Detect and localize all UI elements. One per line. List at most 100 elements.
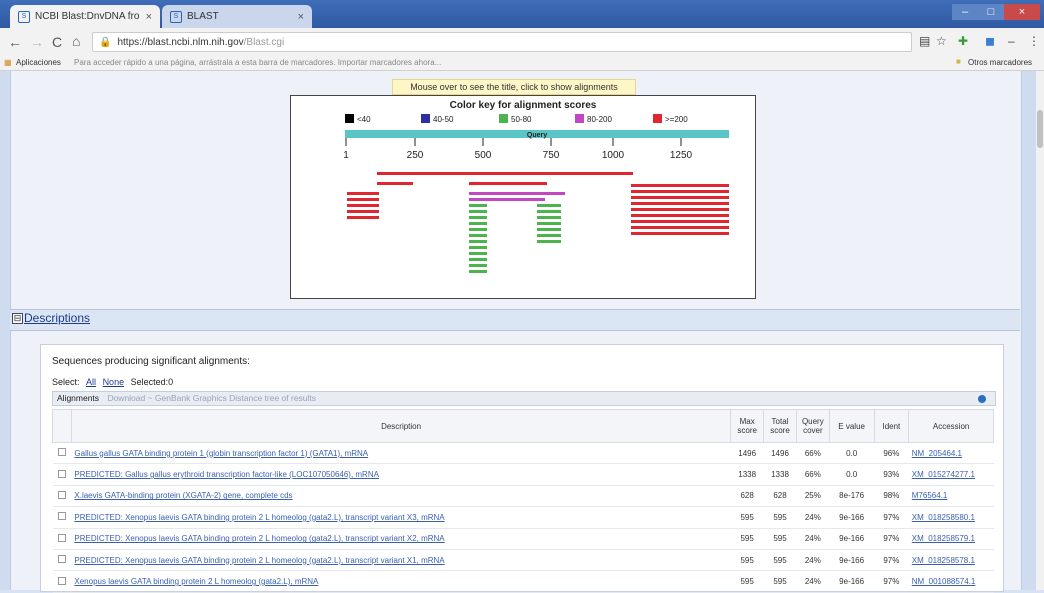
alignment-hit-bar[interactable] <box>469 216 487 219</box>
alignment-hit-bar[interactable] <box>631 208 729 211</box>
checkbox-icon[interactable] <box>57 533 66 542</box>
select-none-link[interactable]: None <box>103 377 125 387</box>
alignment-hit-bar[interactable] <box>469 204 487 207</box>
description-link[interactable]: PREDICTED: Xenopus laevis GATA binding p… <box>74 513 444 522</box>
translate-icon[interactable]: ▤ <box>919 34 930 48</box>
alignment-hit-bar[interactable] <box>347 216 379 219</box>
other-bookmarks[interactable]: Otros marcadores <box>968 58 1032 67</box>
bookmark-star-icon[interactable]: ☆ <box>936 34 947 48</box>
column-header-e-value[interactable]: E value <box>828 409 875 443</box>
select-all-link[interactable]: All <box>86 377 96 387</box>
description-link[interactable]: PREDICTED: Xenopus laevis GATA binding p… <box>74 534 444 543</box>
accession-link[interactable]: XM_018258579.1 <box>912 534 975 543</box>
description-link[interactable]: PREDICTED: Gallus gallus erythroid trans… <box>74 470 379 479</box>
apps-link[interactable]: Aplicaciones <box>16 58 61 67</box>
checkbox-icon[interactable] <box>57 448 66 457</box>
alignment-hit-bar[interactable] <box>469 222 487 225</box>
alignment-hit-bar[interactable] <box>469 192 565 195</box>
alignment-hit-bar[interactable] <box>537 204 561 207</box>
checkbox-icon[interactable] <box>57 469 66 478</box>
extension-icon[interactable]: ✚ <box>958 34 968 48</box>
alignment-hit-bar[interactable] <box>469 264 487 267</box>
checkbox-icon[interactable] <box>57 512 66 521</box>
description-link[interactable]: PREDICTED: Xenopus laevis GATA binding p… <box>74 556 444 565</box>
alignment-hit-bar[interactable] <box>469 234 487 237</box>
alignment-hit-bar[interactable] <box>631 196 729 199</box>
checkbox-icon[interactable] <box>57 576 66 585</box>
close-tab-icon[interactable]: × <box>146 11 152 23</box>
alignment-hit-bar[interactable] <box>347 192 379 195</box>
accession-link[interactable]: XM_018258578.1 <box>912 556 975 565</box>
row-checkbox[interactable] <box>52 570 72 593</box>
row-checkbox[interactable] <box>52 549 72 572</box>
tab-blast[interactable]: S BLAST × <box>162 5 312 28</box>
column-header-total-score[interactable]: Total score <box>763 409 797 443</box>
alignment-hit-bar[interactable] <box>469 240 487 243</box>
address-bar[interactable]: 🔒 https://blast.ncbi.nlm.nih.gov /Blast.… <box>92 32 912 52</box>
download-menu[interactable]: Download ~ GenBank Graphics Distance tre… <box>107 393 316 403</box>
checkbox-icon[interactable] <box>57 555 66 564</box>
alignment-hit-bar[interactable] <box>469 270 487 273</box>
checkbox-icon[interactable] <box>57 490 66 499</box>
alignment-graphic-svg[interactable]: Color key for alignment scores <40 40-50 5… <box>291 96 755 298</box>
alignment-hit-bar[interactable] <box>631 184 729 187</box>
menu-icon[interactable]: ⋮ <box>1028 34 1040 48</box>
extension-icon[interactable]: ◼ <box>985 34 995 48</box>
alignment-hit-bar[interactable] <box>347 210 379 213</box>
alignment-hit-bar[interactable] <box>537 216 561 219</box>
accession-link[interactable]: XM_015274277.1 <box>912 470 975 479</box>
minus-icon[interactable]: – <box>1008 34 1015 48</box>
column-header-max-score[interactable]: Max score <box>730 409 765 443</box>
description-link[interactable]: Gallus gallus GATA binding protein 1 (gl… <box>74 449 368 458</box>
column-header-ident[interactable]: Ident <box>873 409 910 443</box>
alignment-hit-bar[interactable] <box>469 198 545 201</box>
alignment-hit-bar[interactable] <box>537 234 561 237</box>
accession-link[interactable]: XM_018258580.1 <box>912 513 975 522</box>
column-header-description[interactable]: Description <box>70 409 732 443</box>
alignment-hit-bar[interactable] <box>469 252 487 255</box>
alignment-hit-bar[interactable] <box>469 228 487 231</box>
close-window-icon[interactable]: × <box>1004 4 1040 20</box>
alignment-hit-bar[interactable] <box>537 240 561 243</box>
row-checkbox[interactable] <box>52 485 72 508</box>
description-link[interactable]: X.laevis GATA-binding protein (XGATA-2) … <box>74 491 292 500</box>
alignment-hit-bar[interactable] <box>347 198 379 201</box>
row-checkbox[interactable] <box>52 442 72 465</box>
reload-icon[interactable]: C <box>52 34 62 50</box>
accession-link[interactable]: NM_205464.1 <box>912 449 962 458</box>
alignment-graphic[interactable]: Color key for alignment scores <40 40-50 5… <box>290 95 756 299</box>
row-checkbox[interactable] <box>52 528 72 550</box>
alignment-hit-bar[interactable] <box>631 226 729 229</box>
alignment-hit-bar[interactable] <box>631 232 729 235</box>
home-icon[interactable]: ⌂ <box>72 33 80 49</box>
close-tab-icon[interactable]: × <box>298 11 304 23</box>
scrollbar-thumb[interactable] <box>1037 110 1043 148</box>
alignment-hit-bar[interactable] <box>347 204 379 207</box>
alignment-hit-bar[interactable] <box>469 258 487 261</box>
scrollbar[interactable] <box>1036 71 1044 590</box>
column-header-accession[interactable]: Accession <box>908 409 994 443</box>
alignment-hit-bar[interactable] <box>469 182 547 185</box>
back-arrow-icon[interactable]: ← <box>8 34 22 50</box>
alignment-hit-bar[interactable] <box>631 202 729 205</box>
minimize-icon[interactable]: – <box>952 4 978 20</box>
column-header-query-cover[interactable]: Query cover <box>795 409 830 443</box>
alignment-hit-bar[interactable] <box>377 172 633 175</box>
accession-link[interactable]: NM_001088574.1 <box>912 577 976 586</box>
settings-icon[interactable] <box>978 395 986 403</box>
descriptions-title[interactable]: Descriptions <box>24 311 90 325</box>
row-checkbox[interactable] <box>52 463 72 486</box>
alignment-hit-bar[interactable] <box>537 210 561 213</box>
alignment-hit-bar[interactable] <box>469 246 487 249</box>
row-checkbox[interactable] <box>52 506 72 529</box>
tab-ncbi-blast[interactable]: S NCBI Blast:DnvDNA fro × <box>10 5 160 28</box>
maximize-icon[interactable]: □ <box>978 4 1004 20</box>
alignment-hit-bar[interactable] <box>377 182 413 185</box>
alignment-hit-bar[interactable] <box>537 222 561 225</box>
accession-link[interactable]: M76564.1 <box>912 491 948 500</box>
alignments-label[interactable]: Alignments <box>57 393 99 403</box>
description-link[interactable]: Xenopus laevis GATA binding protein 2 L … <box>74 577 318 586</box>
alignment-hit-bar[interactable] <box>469 210 487 213</box>
alignment-hit-bar[interactable] <box>631 214 729 217</box>
collapse-icon[interactable]: ⊟ <box>12 313 23 324</box>
